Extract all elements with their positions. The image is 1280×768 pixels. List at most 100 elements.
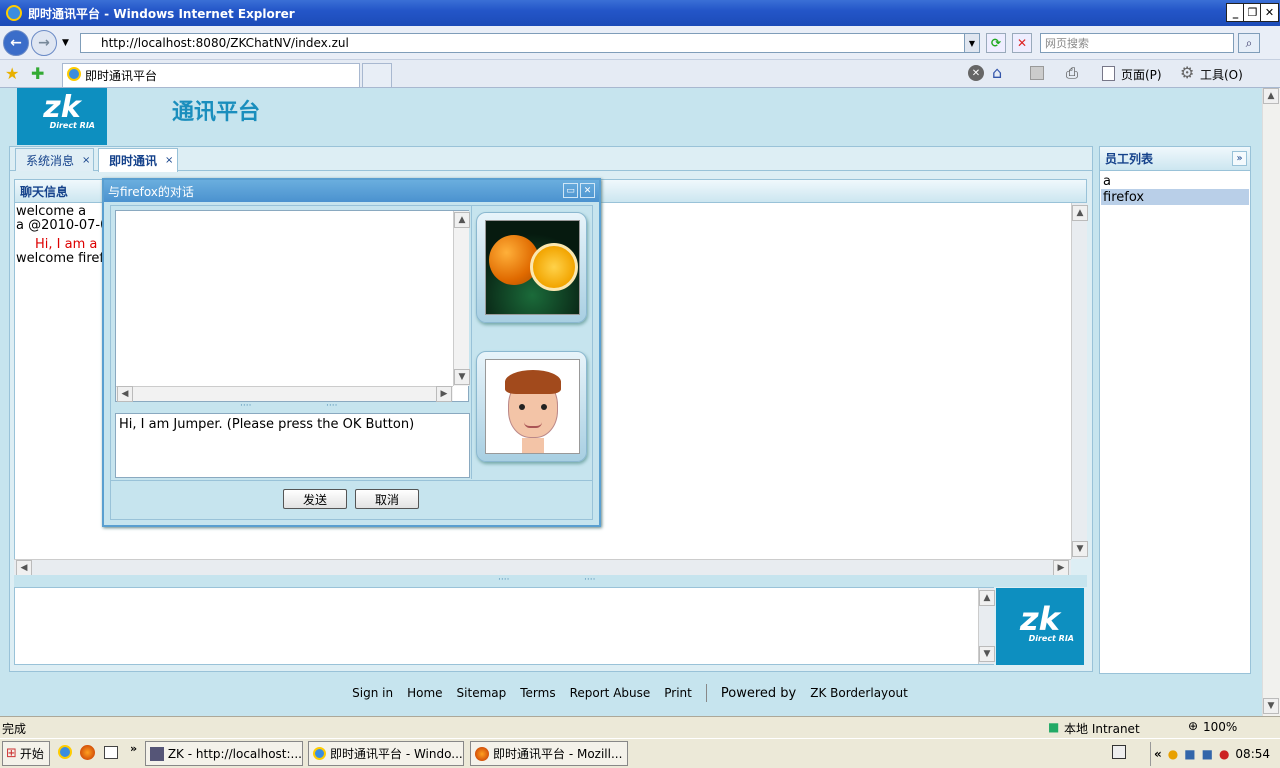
scroll-up-icon[interactable]: ▲: [1072, 205, 1088, 221]
start-button[interactable]: ⊞ 开始: [2, 741, 50, 766]
employee-item-firefox[interactable]: firefox: [1101, 189, 1249, 205]
scroll-down-icon[interactable]: ▼: [454, 369, 470, 385]
start-label: 开始: [19, 747, 44, 761]
scroll-down-icon[interactable]: ▼: [979, 646, 995, 662]
tray-icon[interactable]: ■: [1184, 747, 1195, 761]
chat-vertical-scrollbar[interactable]: ▲ ▼: [1071, 203, 1088, 559]
zoom-level[interactable]: 100%: [1203, 720, 1237, 734]
scroll-up-icon[interactable]: ▲: [454, 212, 470, 228]
clock: 08:54: [1235, 747, 1271, 761]
chat-message: welcome firefo: [16, 251, 112, 266]
page-menu[interactable]: 页面(P): [1121, 66, 1162, 83]
maximize-icon[interactable]: ▭: [563, 183, 578, 198]
tab-system-messages[interactable]: 系统消息 ×: [15, 148, 94, 171]
back-icon[interactable]: ←: [3, 30, 29, 56]
footer-link-home[interactable]: Home: [407, 686, 442, 700]
cancel-button[interactable]: 取消: [355, 489, 419, 509]
dialog-divider: [111, 480, 592, 481]
add-favorite-icon[interactable]: ✚: [31, 64, 44, 83]
tab-close-icon[interactable]: ×: [82, 155, 90, 166]
chat-message: a @2010-07-0: [16, 218, 109, 233]
scroll-down-icon[interactable]: ▼: [1072, 541, 1088, 557]
footer-link-print[interactable]: Print: [664, 686, 692, 700]
address-dropdown-icon[interactable]: ▼: [964, 34, 979, 52]
chat-message: welcome a: [16, 204, 87, 219]
employee-panel: [1099, 146, 1251, 674]
tray-icon[interactable]: ■: [1202, 747, 1213, 761]
home-icon[interactable]: ⌂: [992, 63, 1002, 82]
footer-link-signin[interactable]: Sign in: [352, 686, 393, 700]
avatar-remote: [476, 212, 587, 323]
address-input[interactable]: http://localhost:8080/ZKChatNV/index.zul: [80, 33, 980, 53]
footer-link-zk[interactable]: ZK Borderlayout: [810, 686, 908, 700]
footer: Sign in Home Sitemap Terms Report Abuse …: [8, 678, 1252, 708]
feeds-icon[interactable]: [1030, 66, 1044, 80]
search-input[interactable]: 网页搜索: [1040, 33, 1234, 53]
scroll-right-icon[interactable]: ▶: [436, 386, 452, 402]
splitter-grip-icon[interactable]: ····: [584, 575, 595, 585]
dialog-vertical-scrollbar[interactable]: ▲ ▼: [453, 211, 470, 386]
favorites-star-icon[interactable]: ★: [5, 64, 19, 83]
keyboard-icon[interactable]: [1112, 745, 1126, 759]
employee-item-a[interactable]: a: [1101, 173, 1249, 189]
scroll-left-icon[interactable]: ◀: [16, 560, 32, 576]
splitter[interactable]: ···· ····: [14, 575, 1087, 587]
chat-horizontal-scrollbar[interactable]: ◀ ▶: [14, 559, 1071, 576]
print-icon[interactable]: ⎙: [1066, 64, 1078, 82]
page-scrollbar[interactable]: ▲ ▼: [1262, 88, 1280, 716]
task-label: ZK - http://localhost:...: [167, 746, 302, 761]
collapse-icon[interactable]: »: [1232, 151, 1247, 166]
splitter-grip-icon[interactable]: ····: [240, 401, 251, 411]
tab-instant-messaging[interactable]: 即时通讯 ×: [98, 148, 178, 172]
footer-link-terms[interactable]: Terms: [520, 686, 555, 700]
search-icon[interactable]: ⌕: [1238, 33, 1260, 53]
close-icon[interactable]: ✕: [580, 183, 595, 198]
stop-icon[interactable]: ✕: [1012, 33, 1032, 53]
quicklaunch-more-icon[interactable]: »: [130, 742, 137, 755]
splitter-grip-icon[interactable]: ····: [326, 401, 337, 411]
zk-logo: zk Direct RIA: [996, 588, 1084, 665]
footer-link-sitemap[interactable]: Sitemap: [457, 686, 507, 700]
tools-menu[interactable]: 工具(O): [1200, 66, 1243, 83]
window-title: 即时通讯平台 - Windows Internet Explorer: [28, 6, 295, 21]
dialog-title: 与firefox的对话: [104, 180, 599, 202]
cartoon-face-image: [485, 359, 580, 454]
history-dropdown-icon[interactable]: ▼: [62, 38, 69, 48]
scroll-down-icon[interactable]: ▼: [1263, 698, 1279, 714]
scroll-left-icon[interactable]: ◀: [117, 386, 133, 402]
app-title: 通讯平台: [172, 100, 261, 125]
employee-panel-title: 员工列表: [1105, 152, 1154, 166]
quicklaunch-ie-icon[interactable]: [58, 745, 72, 759]
status-text: 完成: [2, 722, 27, 736]
dialog-message-input[interactable]: Hi, I am Jumper. (Please press the OK Bu…: [115, 413, 470, 478]
status-bar: 完成 ■ 本地 Intranet ⊕ 100%: [0, 716, 1280, 738]
quicklaunch-firefox-icon[interactable]: [80, 745, 95, 760]
task-firefox[interactable]: 即时通讯平台 - Mozill...: [470, 741, 628, 766]
dialog-horizontal-scrollbar[interactable]: ◀ ▶: [116, 386, 453, 402]
ie-page-icon: [67, 67, 81, 81]
tab-close-icon[interactable]: ×: [165, 155, 173, 166]
forward-icon[interactable]: →: [31, 30, 57, 56]
scroll-right-icon[interactable]: ▶: [1053, 560, 1069, 576]
tray-expand-icon[interactable]: «: [1154, 747, 1162, 761]
ie-icon: [6, 5, 22, 21]
refresh-icon[interactable]: ⟳: [986, 33, 1006, 53]
scroll-up-icon[interactable]: ▲: [1263, 88, 1279, 104]
gear-icon: ⚙: [1180, 63, 1195, 82]
message-input[interactable]: [14, 587, 994, 665]
footer-link-report-abuse[interactable]: Report Abuse: [570, 686, 651, 700]
tray-icon[interactable]: ●: [1168, 747, 1178, 761]
close-tab-icon[interactable]: ✕: [968, 65, 984, 81]
tray-icon[interactable]: ●: [1219, 747, 1229, 761]
quicklaunch-desktop-icon[interactable]: [104, 746, 118, 759]
send-button[interactable]: 发送: [283, 489, 347, 509]
scroll-up-icon[interactable]: ▲: [979, 590, 995, 606]
task-zk[interactable]: ZK - http://localhost:...: [145, 741, 303, 766]
input-scrollbar[interactable]: ▲ ▼: [978, 588, 995, 664]
zone-text: 本地 Intranet: [1064, 722, 1140, 736]
close-button[interactable]: ✕: [1260, 3, 1279, 22]
task-ie[interactable]: 即时通讯平台 - Windo...: [308, 741, 464, 766]
browser-tab[interactable]: 即时通讯平台: [62, 63, 360, 87]
new-tab-button[interactable]: [362, 63, 392, 87]
splitter-grip-icon[interactable]: ····: [498, 575, 509, 585]
